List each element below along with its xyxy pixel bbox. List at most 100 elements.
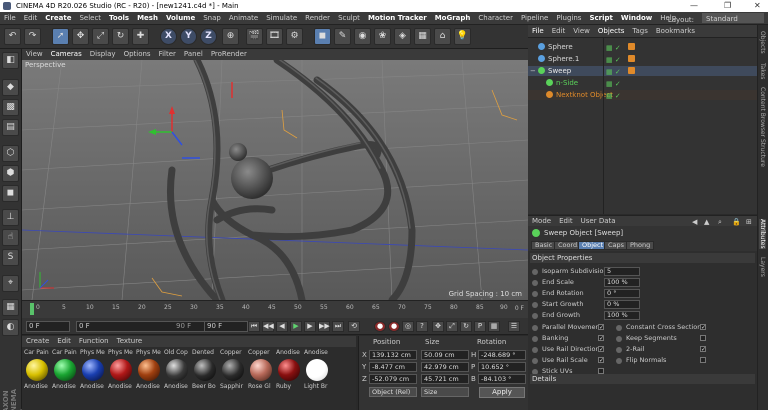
timeline-window-icon[interactable]: ☰: [508, 321, 520, 332]
render-settings-icon[interactable]: ⚙: [286, 28, 303, 45]
material-swatch[interactable]: Phys Me Anodise: [136, 349, 163, 397]
go-to-end-icon[interactable]: ⏭: [332, 321, 344, 332]
material-swatch[interactable]: Dented Beer Bo: [192, 349, 219, 397]
record-point-level-icon[interactable]: ▦: [488, 321, 500, 332]
menu-item[interactable]: Edit: [20, 12, 42, 25]
animate-radio-icon[interactable]: [532, 336, 538, 342]
solo-icon[interactable]: ◐: [2, 319, 19, 336]
material-tag-icon[interactable]: [628, 55, 635, 62]
om-menu-bookmarks[interactable]: Bookmarks: [652, 25, 699, 38]
sweep-generator-icon[interactable]: ❀: [374, 28, 391, 45]
isoparm-subdivision-field[interactable]: 5: [604, 267, 640, 276]
subdivision-icon[interactable]: ◉: [354, 28, 371, 45]
size-y-field[interactable]: 42.979 cm: [421, 362, 469, 372]
menu-item[interactable]: Snap: [199, 12, 225, 25]
om-menu-view[interactable]: View: [569, 25, 594, 38]
viewport-menu-display[interactable]: Display: [86, 49, 120, 60]
menu-item[interactable]: Select: [75, 12, 105, 25]
viewport-menu-cameras[interactable]: Cameras: [47, 49, 86, 60]
end-frame-field[interactable]: 90 F: [204, 321, 248, 332]
polygons-mode-icon[interactable]: ◼: [2, 185, 19, 202]
viewport-menu-panel[interactable]: Panel: [180, 49, 207, 60]
rotation-p-field[interactable]: 10.652 °: [478, 362, 526, 372]
render-picture-viewer-icon[interactable]: 🎞: [266, 28, 283, 45]
material-menu-edit[interactable]: Edit: [53, 336, 75, 347]
tab-attributes[interactable]: Attributes: [759, 219, 766, 249]
tab-phong[interactable]: Phong: [626, 241, 655, 250]
two-rail-checkbox[interactable]: ✓: [700, 346, 706, 353]
floor-icon[interactable]: ▦: [414, 28, 431, 45]
scale-tool-icon[interactable]: ⤢: [92, 28, 109, 45]
constant-cross-section-checkbox[interactable]: ✓: [700, 324, 706, 331]
animate-radio-icon[interactable]: [616, 325, 622, 331]
position-z-field[interactable]: -52.079 cm: [369, 374, 417, 384]
material-swatch[interactable]: Car Pain Anodise: [52, 349, 79, 397]
previous-key-icon[interactable]: ◀◀: [262, 321, 274, 332]
tab-objects[interactable]: Objects: [759, 31, 766, 54]
material-tag-icon[interactable]: [628, 67, 635, 74]
tab-takes[interactable]: Takes: [759, 63, 766, 79]
animate-radio-icon[interactable]: [616, 336, 622, 342]
material-tag-icon[interactable]: [628, 43, 635, 50]
tab-caps[interactable]: Caps: [604, 241, 629, 250]
play-forward-icon[interactable]: ▶: [290, 321, 302, 332]
locked-workplane-icon[interactable]: ⌖: [2, 275, 19, 292]
keyframe-selection-icon[interactable]: ◎: [402, 321, 414, 332]
menu-item[interactable]: Sculpt: [334, 12, 364, 25]
record-scale-icon[interactable]: ⤢: [446, 321, 458, 332]
recent-tools-icon[interactable]: ✚: [132, 28, 149, 45]
om-menu-tags[interactable]: Tags: [628, 25, 652, 38]
menu-item[interactable]: Render: [301, 12, 334, 25]
om-menu-file[interactable]: File: [528, 25, 548, 38]
tweak-mode-icon[interactable]: ☝: [2, 229, 19, 246]
points-mode-icon[interactable]: ⬡: [2, 145, 19, 162]
size-x-field[interactable]: 50.09 cm: [421, 350, 469, 360]
use-rail-direction-checkbox[interactable]: ✓: [598, 346, 604, 353]
object-row-nextknot[interactable]: Nextknot Object ▦ ✓: [528, 90, 757, 100]
object-row-sphere-1[interactable]: Sphere.1 ▦ ✓: [528, 54, 757, 64]
tab-content-browser[interactable]: Content Browser: [759, 87, 766, 137]
rotation-b-field[interactable]: -84.103 °: [478, 374, 526, 384]
rotation-h-field[interactable]: -248.689 °: [478, 350, 526, 360]
visibility-toggle-icon[interactable]: ▦ ✓: [606, 91, 621, 101]
size-mode-select[interactable]: Size: [421, 387, 469, 397]
material-menu-texture[interactable]: Texture: [113, 336, 147, 347]
menu-item[interactable]: Pipeline: [517, 12, 552, 25]
menu-item[interactable]: Window: [617, 12, 656, 25]
om-menu-objects[interactable]: Objects: [594, 25, 628, 38]
maximize-button[interactable]: ❐: [724, 1, 731, 10]
position-x-field[interactable]: 139.132 cm: [369, 350, 417, 360]
deformer-icon[interactable]: ◈: [394, 28, 411, 45]
banking-checkbox[interactable]: ✓: [598, 335, 604, 342]
cube-icon[interactable]: ◼: [314, 28, 331, 45]
object-row-sweep[interactable]: − Sweep ▦ ✓: [528, 66, 757, 76]
size-z-field[interactable]: 45.721 cm: [421, 374, 469, 384]
planar-workplane-icon[interactable]: ▦: [2, 299, 19, 316]
animate-radio-icon[interactable]: [532, 280, 538, 286]
workplane-icon[interactable]: ▤: [2, 119, 19, 136]
viewport-menu-options[interactable]: Options: [120, 49, 155, 60]
material-swatch[interactable]: Copper Sapphir: [220, 349, 247, 397]
apply-button[interactable]: Apply: [479, 387, 525, 398]
menu-item[interactable]: Script: [585, 12, 616, 25]
keep-segments-checkbox[interactable]: [700, 335, 706, 341]
redo-icon[interactable]: ↷: [24, 28, 41, 45]
viewport-menu-prorender[interactable]: ProRender: [207, 49, 251, 60]
visibility-toggle-icon[interactable]: ▦ ✓: [606, 79, 621, 89]
light-icon[interactable]: 💡: [454, 28, 471, 45]
undo-icon[interactable]: ↶: [4, 28, 21, 45]
menu-item[interactable]: Mesh: [133, 12, 162, 25]
material-swatch[interactable]: Anodise Ruby: [276, 349, 303, 397]
material-swatch[interactable]: Copper Rose Gl: [248, 349, 275, 397]
menu-item[interactable]: Volume: [162, 12, 199, 25]
go-to-start-icon[interactable]: ⏮: [248, 321, 260, 332]
use-rail-scale-checkbox[interactable]: ✓: [598, 357, 604, 364]
tab-basic[interactable]: Basic: [531, 241, 557, 250]
am-menu-edit[interactable]: Edit: [555, 216, 577, 227]
menu-item[interactable]: File: [0, 12, 20, 25]
parallel-movement-checkbox[interactable]: ✓: [598, 324, 604, 331]
om-menu-edit[interactable]: Edit: [548, 25, 570, 38]
z-axis-lock-button[interactable]: Z: [200, 28, 217, 45]
animate-radio-icon[interactable]: [532, 269, 538, 275]
menu-item[interactable]: Motion Tracker: [364, 12, 431, 25]
